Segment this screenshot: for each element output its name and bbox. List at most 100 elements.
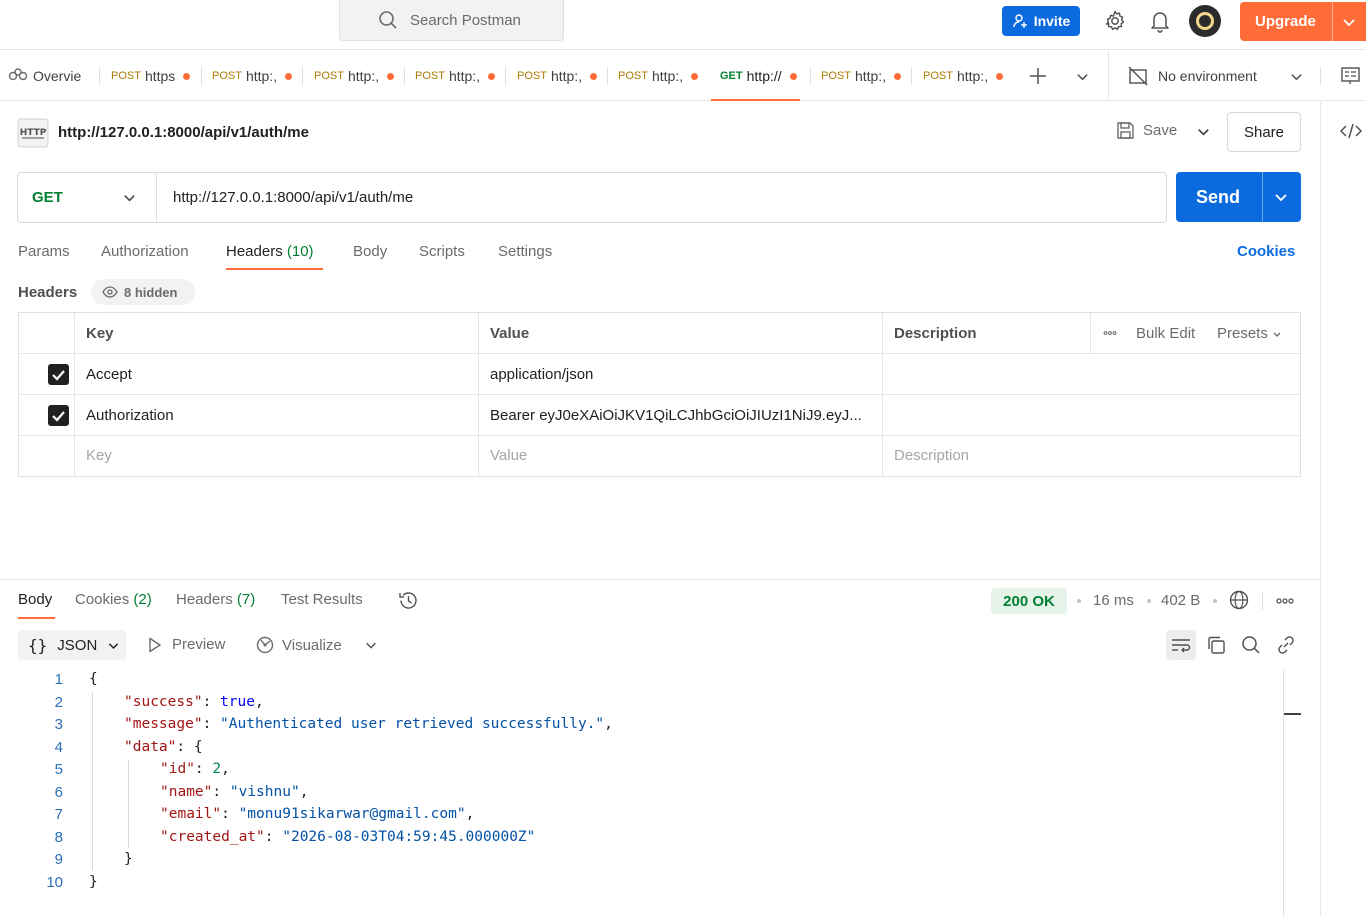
chevron-down-icon[interactable] xyxy=(364,638,378,652)
tab-params[interactable]: Params xyxy=(18,243,70,260)
environment-selector[interactable]: No environment xyxy=(1128,51,1304,101)
chevron-down-icon xyxy=(109,642,119,649)
bulk-edit-button[interactable]: Bulk Edit xyxy=(1136,325,1195,342)
avatar[interactable] xyxy=(1189,5,1221,37)
header-key[interactable]: Authorization xyxy=(86,407,174,424)
json-value: 2 xyxy=(212,761,222,777)
invite-button[interactable]: Invite xyxy=(1002,6,1080,36)
tab-settings[interactable]: Settings xyxy=(498,243,552,260)
request-tab[interactable]: POST http:, xyxy=(517,51,598,101)
visualize-button[interactable]: Visualize xyxy=(256,636,342,654)
response-tab-body[interactable]: Body xyxy=(18,591,52,608)
save-button[interactable]: Save xyxy=(1116,121,1177,140)
response-time[interactable]: 16 ms xyxy=(1093,592,1134,609)
plus-icon[interactable] xyxy=(1029,67,1047,85)
response-body-viewer[interactable]: 1 2 3 4 5 6 7 8 9 10 { "success": true, … xyxy=(0,668,1290,916)
json-key: "id" xyxy=(160,761,195,777)
response-size[interactable]: 402 B xyxy=(1161,592,1200,609)
copy-icon[interactable] xyxy=(1206,635,1226,655)
request-tab[interactable]: POST http:, xyxy=(923,51,1004,101)
key-input[interactable]: Key xyxy=(86,447,112,464)
chevron-down-icon[interactable] xyxy=(1075,69,1090,84)
tab-body[interactable]: Body xyxy=(353,243,387,260)
more-options-icon[interactable] xyxy=(1103,326,1117,340)
more-options-icon[interactable] xyxy=(1276,597,1294,605)
tab-method: POST xyxy=(415,70,445,82)
request-tab[interactable]: POST http:, xyxy=(821,51,902,101)
line-number: 6 xyxy=(54,784,63,801)
preview-label: Preview xyxy=(172,636,226,653)
globe-icon[interactable] xyxy=(1229,590,1249,610)
response-tab-test-results[interactable]: Test Results xyxy=(281,591,363,608)
request-tab-active[interactable]: GET http:// xyxy=(720,51,797,101)
active-tab-indicator xyxy=(18,617,55,619)
column-header-value: Value xyxy=(490,325,530,342)
value-input[interactable]: Value xyxy=(490,447,527,464)
tab-method: GET xyxy=(720,70,743,82)
code-line: "email": "monu91sikarwar@gmail.com", xyxy=(160,806,475,822)
unsaved-dot xyxy=(590,72,598,80)
json-key: "message" xyxy=(124,716,203,732)
header-key[interactable]: Accept xyxy=(86,366,132,383)
response-tab-cookies[interactable]: Cookies (2) xyxy=(75,591,152,608)
request-tab[interactable]: POST http:, xyxy=(415,51,496,101)
column-header-description: Description xyxy=(894,325,977,342)
upgrade-button[interactable]: Upgrade xyxy=(1240,2,1366,41)
json-key: "created_at" xyxy=(160,829,265,845)
url-input[interactable]: http://127.0.0.1:8000/api/v1/auth/me xyxy=(173,189,413,206)
tab-method: POST xyxy=(618,70,648,82)
json-key: "success" xyxy=(124,694,203,710)
chevron-down-icon[interactable] xyxy=(1273,189,1289,205)
line-number: 4 xyxy=(54,739,63,756)
tab-headers-label: Headers xyxy=(226,243,283,260)
bell-icon[interactable] xyxy=(1149,9,1171,33)
cookies-tab-label: Cookies xyxy=(75,591,130,608)
row-checkbox[interactable] xyxy=(48,405,69,426)
header-value[interactable]: Bearer eyJ0eXAiOiJKV1QiLCJhbGciOiJIUzI1N… xyxy=(490,407,862,424)
header-value[interactable]: application/json xyxy=(490,366,593,383)
response-tab-headers[interactable]: Headers (7) xyxy=(176,591,255,608)
code-line: { xyxy=(89,671,98,687)
hidden-headers-toggle[interactable]: 8 hidden xyxy=(91,279,195,305)
column-header-key: Key xyxy=(86,325,114,342)
code-icon[interactable] xyxy=(1340,122,1362,140)
environment-quick-look-icon[interactable] xyxy=(1341,67,1360,85)
presets-dropdown[interactable]: Presets xyxy=(1217,325,1282,342)
method-selector[interactable]: GET xyxy=(32,189,63,206)
request-tab[interactable]: POST http:, xyxy=(314,51,395,101)
upgrade-label: Upgrade xyxy=(1255,13,1316,30)
link-icon[interactable] xyxy=(1276,635,1296,655)
send-button[interactable]: Send xyxy=(1176,172,1301,222)
request-tab[interactable]: POST http:, xyxy=(212,51,293,101)
chevron-down-icon[interactable] xyxy=(1196,124,1211,139)
request-title[interactable]: http://127.0.0.1:8000/api/v1/auth/me xyxy=(58,124,309,141)
line-number: 2 xyxy=(54,694,63,711)
gear-icon[interactable] xyxy=(1103,9,1127,33)
cookies-link[interactable]: Cookies xyxy=(1237,243,1295,260)
status-badge[interactable]: 200 OK xyxy=(991,588,1067,614)
play-icon xyxy=(149,637,161,652)
tab-scripts[interactable]: Scripts xyxy=(419,243,465,260)
row-checkbox[interactable] xyxy=(48,364,69,385)
tab-headers[interactable]: Headers (10) xyxy=(226,243,314,260)
request-tab[interactable]: POST http:, xyxy=(618,51,699,101)
search-icon[interactable] xyxy=(1241,635,1261,655)
json-value: "monu91sikarwar@gmail.com" xyxy=(238,806,466,822)
format-selector[interactable]: {} JSON xyxy=(18,630,126,660)
http-icon: HTTP xyxy=(17,118,49,148)
check-icon xyxy=(52,370,65,381)
tab-authorization[interactable]: Authorization xyxy=(101,243,189,260)
unsaved-dot xyxy=(691,72,699,80)
share-button[interactable]: Share xyxy=(1227,112,1301,152)
preview-button[interactable]: Preview xyxy=(148,636,225,653)
chevron-down-icon[interactable] xyxy=(1341,14,1357,30)
search-box[interactable]: Search Postman xyxy=(339,0,564,41)
editor-scrollbar[interactable] xyxy=(1283,670,1284,916)
request-tab[interactable]: POST https xyxy=(111,51,191,101)
chevron-down-icon[interactable] xyxy=(122,190,137,205)
history-icon[interactable] xyxy=(398,590,419,611)
chevron-down-icon xyxy=(1273,332,1281,337)
tab-overview[interactable]: Overvie xyxy=(8,51,81,101)
wrap-lines-button[interactable] xyxy=(1166,630,1196,660)
description-input[interactable]: Description xyxy=(894,447,969,464)
